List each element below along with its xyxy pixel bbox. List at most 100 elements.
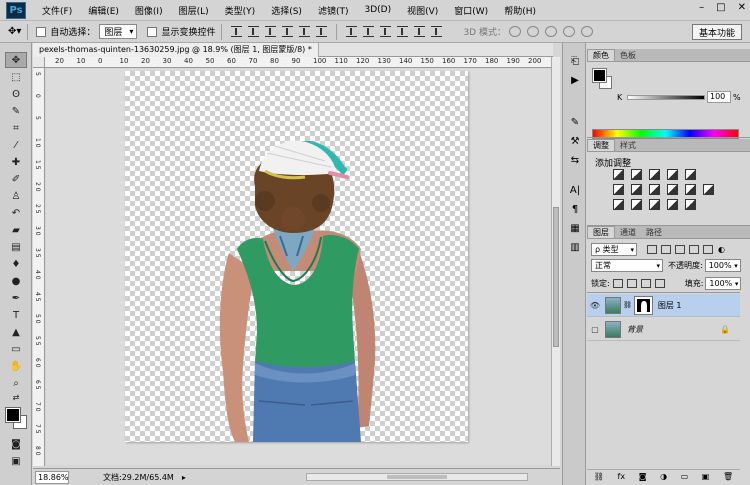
brightness-contrast-icon[interactable] <box>613 169 624 180</box>
layer-mask-thumbnail[interactable] <box>633 295 653 315</box>
hue-saturation-icon[interactable] <box>613 184 624 195</box>
marquee-tool-icon[interactable]: ⬚ <box>5 69 27 85</box>
filter-adjustment-icon[interactable] <box>661 245 671 254</box>
swap-colors-icon[interactable]: ⇄ <box>5 392 27 402</box>
invert-icon[interactable] <box>613 199 624 210</box>
align-vcenter-icon[interactable] <box>248 26 260 37</box>
maximize-button[interactable]: □ <box>716 2 725 13</box>
add-mask-icon[interactable]: ◙ <box>639 472 647 481</box>
pen-tool-icon[interactable]: ✒ <box>5 290 27 306</box>
layer-style-fx-icon[interactable]: fx <box>618 472 626 481</box>
history-panel-icon[interactable]: ⎗ <box>568 54 582 68</box>
menu-view[interactable]: 视图(V) <box>399 4 446 17</box>
menu-edit[interactable]: 编辑(E) <box>80 4 127 17</box>
align-hcenter-icon[interactable] <box>299 26 311 37</box>
distribute-bottom-icon[interactable] <box>380 26 392 37</box>
eraser-tool-icon[interactable]: ▰ <box>5 222 27 238</box>
new-group-icon[interactable]: ▭ <box>681 472 689 481</box>
layer-name[interactable]: 背景 <box>627 324 643 335</box>
menu-image[interactable]: 图像(I) <box>127 4 171 17</box>
zoom-tool-icon[interactable]: ⌕ <box>5 375 27 391</box>
ruler-origin[interactable] <box>33 57 45 68</box>
align-left-icon[interactable] <box>282 26 294 37</box>
horizontal-ruler[interactable]: 20 10 0 10 20 30 40 50 60 70 80 90 100 110 120 130 140 15… <box>45 57 551 68</box>
blur-tool-icon[interactable]: ♦ <box>5 256 27 272</box>
workspace-switcher[interactable]: 基本功能 <box>691 24 742 40</box>
vertical-ruler[interactable]: 5 0 5 1 0 1 5 2 0 2 5 3 0 3 5 4 0 4 5 5 0 5 5 6 0 6 5 7… <box>33 68 45 466</box>
filter-toggle-icon[interactable]: ◐ <box>718 245 725 254</box>
close-button[interactable]: ✕ <box>738 2 746 13</box>
menu-select[interactable]: 选择(S) <box>263 4 310 17</box>
menu-window[interactable]: 窗口(W) <box>446 4 496 17</box>
fill-input[interactable]: 100% <box>705 277 742 290</box>
lock-position-icon[interactable] <box>640 279 651 288</box>
color-balance-icon[interactable] <box>631 184 642 195</box>
color-panel-foreground-swatch[interactable] <box>592 68 607 83</box>
quick-select-tool-icon[interactable]: ✎ <box>5 103 27 119</box>
lasso-tool-icon[interactable]: ʘ <box>5 86 27 102</box>
menu-file[interactable]: 文件(F) <box>34 4 80 17</box>
horizontal-scrollbar[interactable] <box>306 473 528 481</box>
lock-all-icon[interactable] <box>654 279 665 288</box>
menu-3d[interactable]: 3D(D) <box>356 5 399 15</box>
slide-3d-icon[interactable] <box>562 26 575 37</box>
screen-mode-icon[interactable]: ▣ <box>5 453 27 469</box>
lock-pixels-icon[interactable] <box>626 279 637 288</box>
move-tool-icon[interactable]: ✥ <box>5 52 27 68</box>
auto-select-checkbox[interactable] <box>36 26 47 37</box>
brush-panel-icon[interactable]: ✎ <box>568 115 582 129</box>
color-lookup-icon[interactable] <box>703 184 714 195</box>
roll-3d-icon[interactable] <box>526 26 539 37</box>
eyedropper-tool-icon[interactable]: ⁄ <box>5 137 27 153</box>
curves-icon[interactable] <box>649 169 660 180</box>
filter-smart-object-icon[interactable] <box>703 245 713 254</box>
menu-layer[interactable]: 图层(L) <box>171 4 217 17</box>
dodge-tool-icon[interactable]: ● <box>5 273 27 289</box>
clone-stamp-tool-icon[interactable]: ♙ <box>5 188 27 204</box>
brush-tool-icon[interactable]: ✐ <box>5 171 27 187</box>
new-layer-icon[interactable]: ▣ <box>702 472 710 481</box>
layer-row-background[interactable]: ▢ 背景 🔒 <box>587 318 740 341</box>
hand-tool-icon[interactable]: ✋ <box>5 358 27 374</box>
rotate-3d-icon[interactable] <box>508 26 521 37</box>
actions-panel-icon[interactable]: ▶ <box>568 73 582 87</box>
document-canvas[interactable] <box>125 71 468 442</box>
show-transform-checkbox[interactable] <box>147 26 158 37</box>
layer-name[interactable]: 图层 1 <box>658 300 682 311</box>
gradient-map-icon[interactable] <box>667 199 678 210</box>
blend-mode-dropdown[interactable]: 正常 <box>591 259 663 272</box>
auto-select-target-dropdown[interactable]: 图层 <box>99 24 138 39</box>
layer-row-layer1[interactable]: 👁 ⛓ 图层 1 <box>587 294 740 317</box>
delete-layer-icon[interactable]: 🗑 <box>723 472 733 481</box>
tool-presets-icon[interactable]: ⚒ <box>568 134 582 148</box>
crop-tool-icon[interactable]: ⌗ <box>5 120 27 136</box>
scale-3d-icon[interactable] <box>580 26 593 37</box>
channel-k-input[interactable]: 100 <box>707 91 731 103</box>
gradient-tool-icon[interactable]: ▤ <box>5 239 27 255</box>
new-adjustment-layer-icon[interactable]: ◑ <box>660 472 667 481</box>
levels-icon[interactable] <box>631 169 642 180</box>
minimize-button[interactable]: – <box>699 2 704 13</box>
tab-paths[interactable]: 路径 <box>641 226 667 238</box>
paragraph-panel-icon[interactable]: ¶ <box>568 202 582 216</box>
filter-pixel-icon[interactable] <box>647 245 657 254</box>
exposure-icon[interactable] <box>667 169 678 180</box>
align-bottom-icon[interactable] <box>265 26 277 37</box>
pan-3d-icon[interactable] <box>544 26 557 37</box>
canvas-area[interactable] <box>46 69 551 465</box>
tab-swatches[interactable]: 色板 <box>615 49 641 61</box>
distribute-left-icon[interactable] <box>397 26 409 37</box>
visibility-eye-icon[interactable]: ▢ <box>587 325 603 334</box>
menu-type[interactable]: 类型(Y) <box>217 4 264 17</box>
opacity-input[interactable]: 100% <box>704 259 741 272</box>
vertical-scroll-thumb[interactable] <box>553 207 559 347</box>
type-tool-icon[interactable]: T <box>5 307 27 323</box>
properties-panel-icon[interactable]: ▦ <box>568 221 582 235</box>
vertical-scrollbar[interactable] <box>551 57 560 466</box>
tab-adjustments[interactable]: 调整 <box>587 139 615 151</box>
tab-styles[interactable]: 样式 <box>615 139 641 151</box>
visibility-eye-icon[interactable]: 👁 <box>587 301 603 310</box>
healing-brush-tool-icon[interactable]: ✚ <box>5 154 27 170</box>
notes-panel-icon[interactable]: ▥ <box>568 240 582 254</box>
quick-mask-icon[interactable]: ◙ <box>5 436 27 452</box>
